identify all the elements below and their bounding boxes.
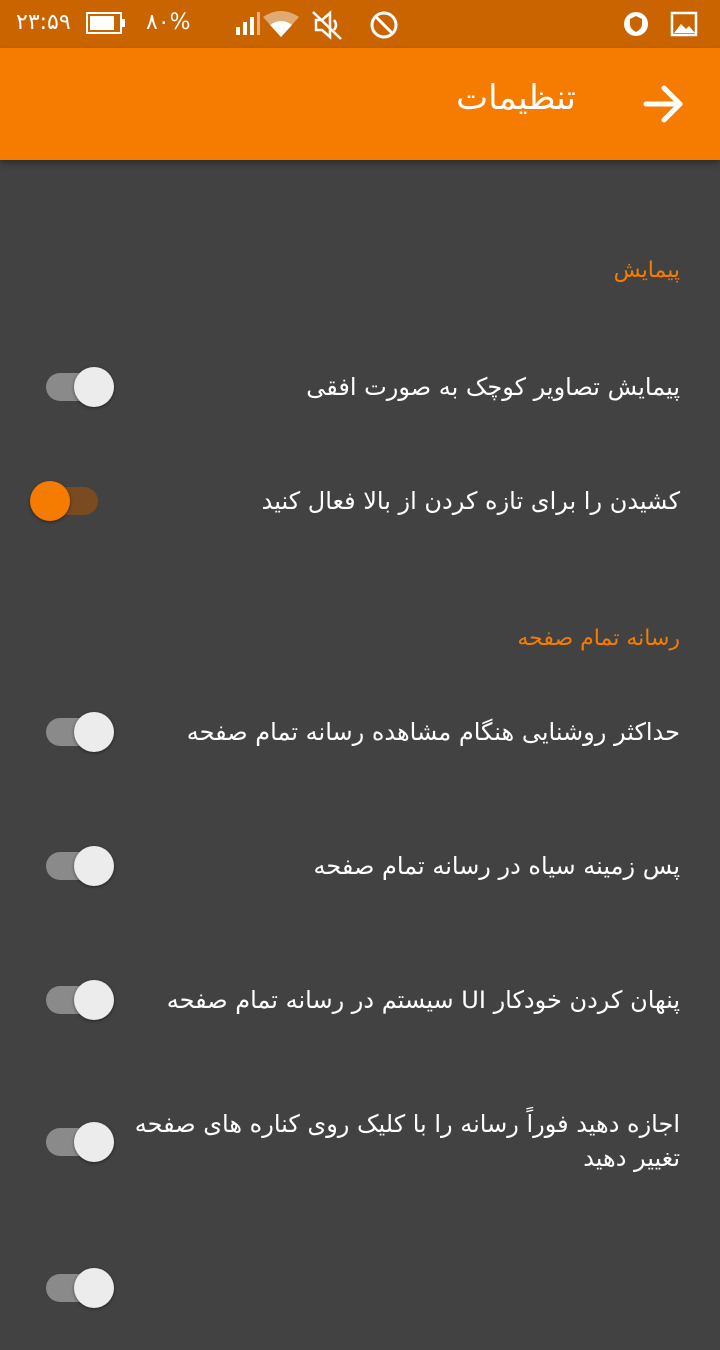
battery-icon xyxy=(86,12,125,34)
setting-label: پیمایش تصاویر کوچک به صورت افقی xyxy=(306,373,680,401)
setting-label: اجازه دهید فوراً رسانه را با کلیک روی کن… xyxy=(134,1110,680,1172)
toggle-switch[interactable] xyxy=(30,708,114,756)
shield-app-icon xyxy=(624,12,648,36)
battery-percent: ۸۰% xyxy=(146,10,191,35)
setting-black-background[interactable]: پس زمینه سیاه در رسانه تمام صفحه xyxy=(0,814,720,948)
status-bar: ۲۳:۵۹ ۸۰% xyxy=(0,0,720,48)
setting-auto-hide-system-ui[interactable]: پنهان کردن خودکار UI سیستم در رسانه تمام… xyxy=(0,948,720,1082)
muted-icon xyxy=(312,10,342,40)
setting-partial[interactable] xyxy=(0,1216,720,1350)
image-app-icon xyxy=(670,11,698,37)
setting-max-brightness[interactable]: حداکثر روشنایی هنگام مشاهده رسانه تمام ص… xyxy=(0,680,720,814)
do-not-disturb-icon xyxy=(370,11,398,39)
toggle-switch[interactable] xyxy=(30,1264,114,1312)
signal-icon xyxy=(236,12,260,35)
toggle-switch[interactable] xyxy=(30,477,114,525)
page-title: تنظیمات xyxy=(456,78,576,118)
toggle-switch[interactable] xyxy=(30,976,114,1024)
arrow-right-icon xyxy=(643,85,683,123)
setting-label: کشیدن را برای تازه کردن از بالا فعال کنی… xyxy=(261,487,680,515)
back-button[interactable] xyxy=(636,76,692,132)
setting-horizontal-thumbnails[interactable]: پیمایش تصاویر کوچک به صورت افقی xyxy=(0,320,720,454)
setting-label: پنهان کردن خودکار UI سیستم در رسانه تمام… xyxy=(166,986,680,1014)
setting-label: حداکثر روشنایی هنگام مشاهده رسانه تمام ص… xyxy=(186,718,680,746)
toggle-switch[interactable] xyxy=(30,842,114,890)
section-header-scrolling: پیمایش xyxy=(613,258,680,283)
toggle-switch[interactable] xyxy=(30,363,114,411)
setting-label: پس زمینه سیاه در رسانه تمام صفحه xyxy=(313,852,680,880)
toggle-switch[interactable] xyxy=(30,1118,114,1166)
app-bar: تنظیمات xyxy=(0,48,720,160)
settings-list: پیمایش پیمایش تصاویر کوچک به صورت افقی ک… xyxy=(0,160,720,1308)
setting-tap-edges-to-change-media[interactable]: اجازه دهید فوراً رسانه را با کلیک روی کن… xyxy=(0,1082,720,1216)
setting-pull-to-refresh[interactable]: کشیدن را برای تازه کردن از بالا فعال کنی… xyxy=(0,454,720,588)
wifi-icon xyxy=(263,11,299,37)
section-header-fullscreen-media: رسانه تمام صفحه xyxy=(517,626,680,651)
status-time: ۲۳:۵۹ xyxy=(16,10,71,35)
